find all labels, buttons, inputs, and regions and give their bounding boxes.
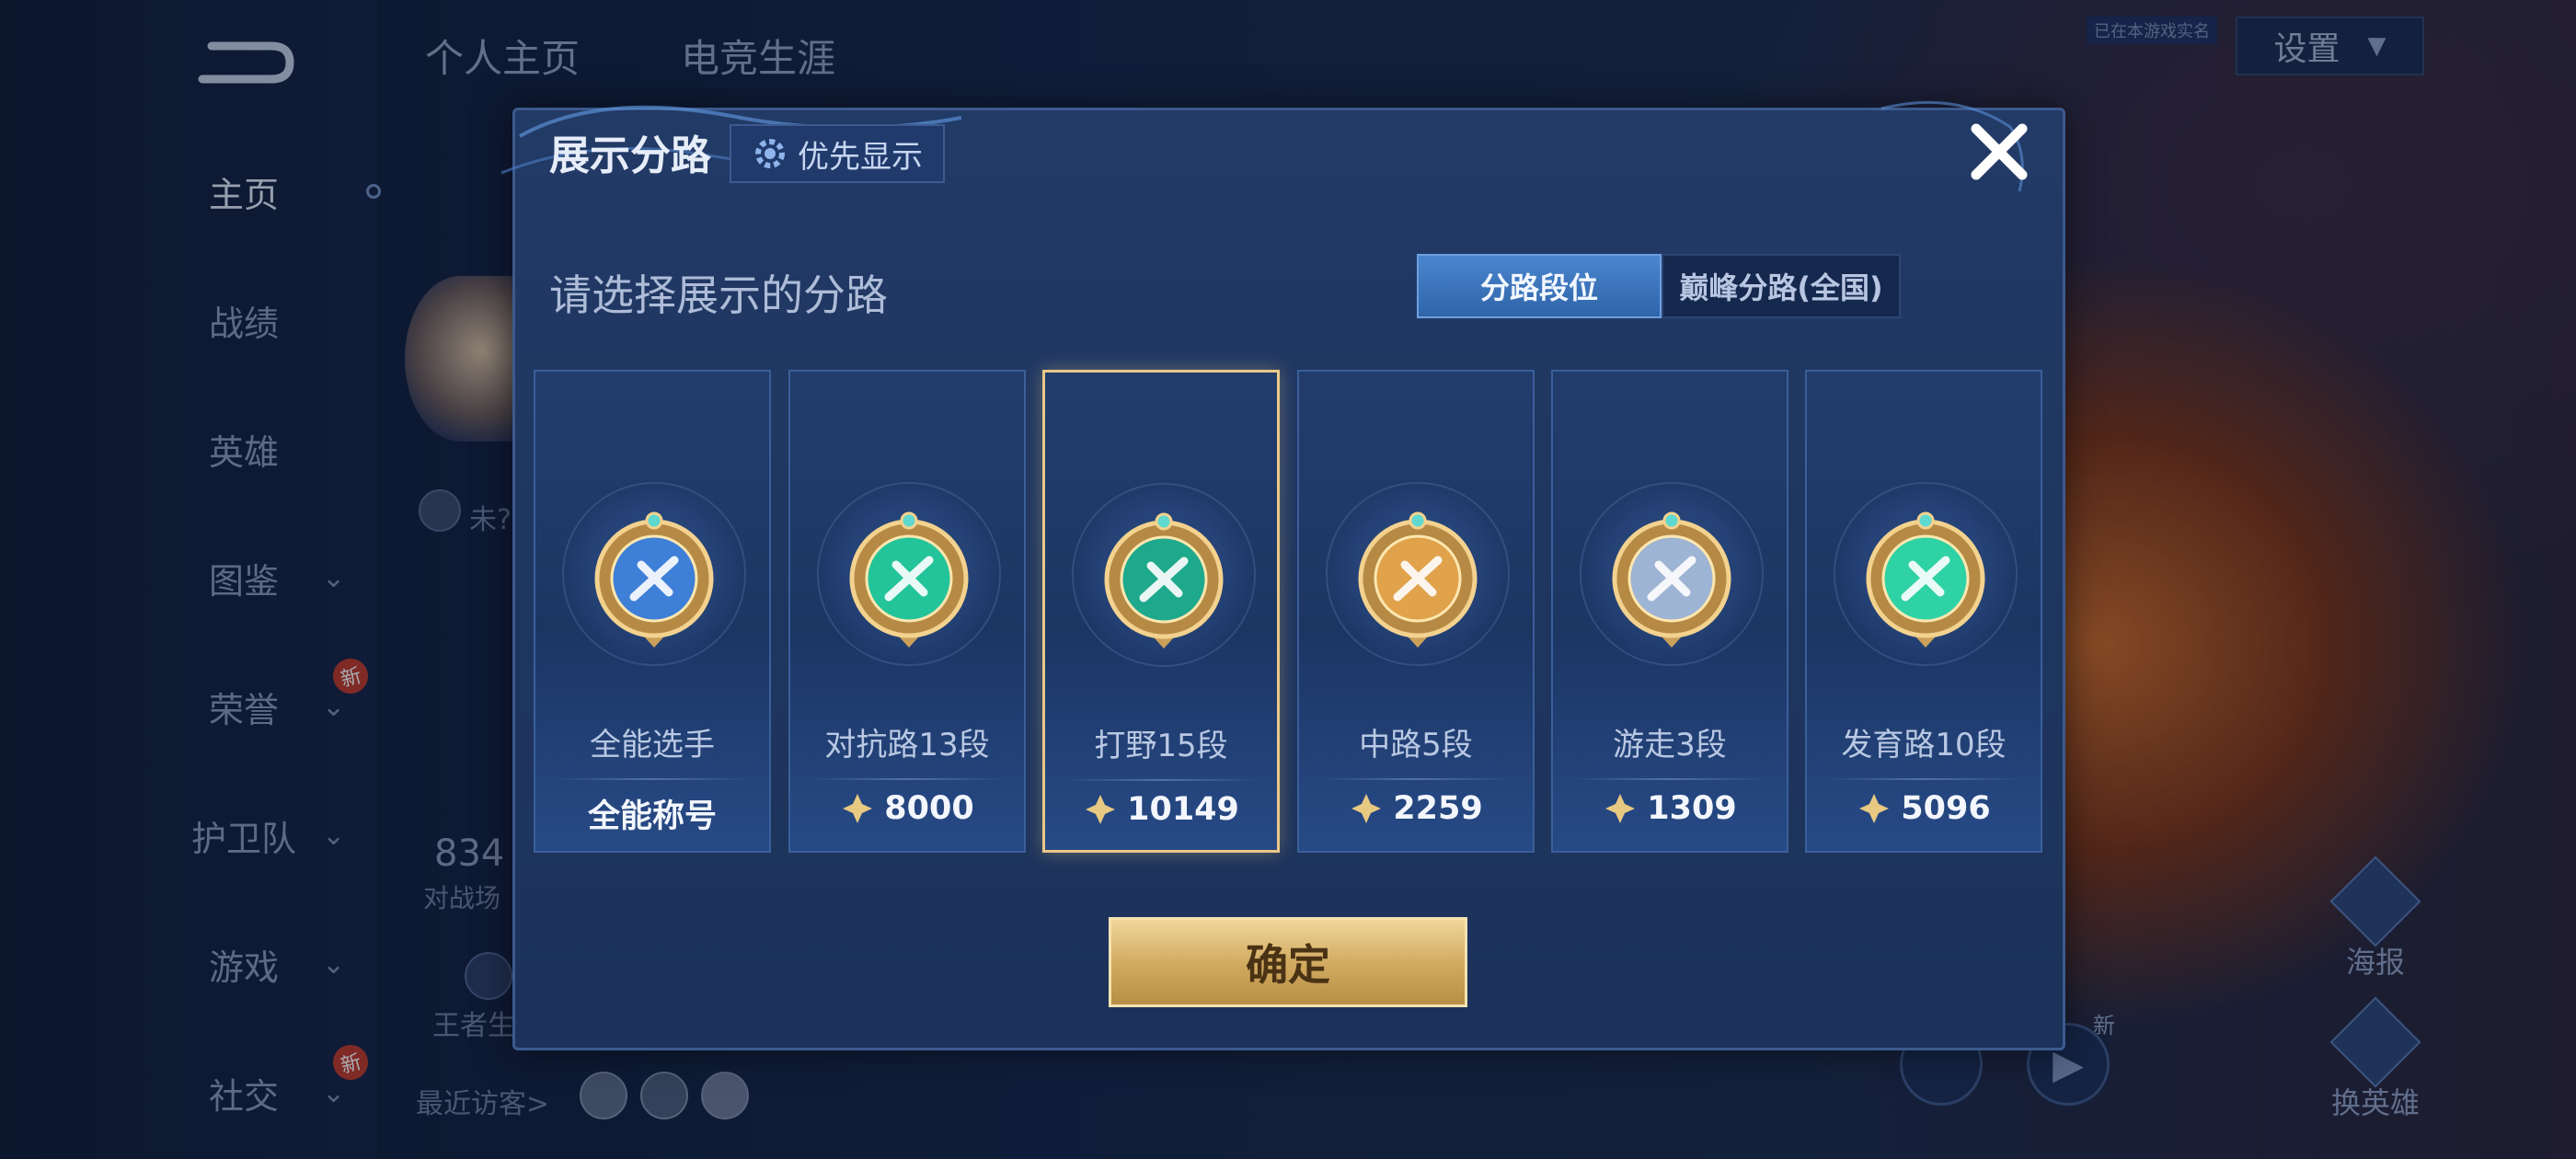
tab-lane-rank[interactable]: 分路段位 bbox=[1417, 254, 1662, 318]
close-icon[interactable] bbox=[1967, 120, 2031, 184]
lane-card[interactable]: 全能选手 全能称号 bbox=[534, 370, 771, 853]
lane-score-value: 2259 bbox=[1393, 790, 1483, 827]
lane-name: 游走3段 bbox=[1613, 727, 1727, 763]
rank-points-icon bbox=[1351, 794, 1382, 823]
lane-score-value: 10149 bbox=[1127, 791, 1239, 828]
gear-icon bbox=[755, 139, 785, 168]
lane-name: 全能选手 bbox=[590, 727, 715, 763]
lane-card[interactable]: 游走3段 1309 bbox=[1551, 370, 1788, 853]
lane-score: 全能称号 bbox=[535, 790, 769, 837]
lane-score: 5096 bbox=[1807, 790, 2041, 827]
dialog-title: 展示分路 bbox=[549, 132, 711, 179]
lane-card[interactable]: 打野15段 10149 bbox=[1042, 370, 1280, 853]
divider bbox=[1065, 779, 1259, 781]
farm-lane-emblem-icon bbox=[1866, 511, 1985, 648]
rank-points-icon bbox=[1086, 795, 1116, 824]
jungle-emblem-icon bbox=[1104, 512, 1224, 648]
lane-card[interactable]: 发育路10段 5096 bbox=[1805, 370, 2042, 853]
mid-lane-emblem-icon bbox=[1358, 511, 1478, 648]
lane-name: 对抗路13段 bbox=[824, 727, 990, 763]
divider bbox=[1319, 778, 1512, 780]
all-round-emblem-icon bbox=[594, 511, 714, 648]
dialog-subtitle: 请选择展示的分路 bbox=[549, 270, 888, 320]
lane-score: 1309 bbox=[1553, 790, 1787, 827]
lane-name: 中路5段 bbox=[1359, 727, 1473, 763]
lane-score: 2259 bbox=[1299, 790, 1533, 827]
lane-name: 发育路10段 bbox=[1841, 727, 2007, 763]
priority-display-button[interactable]: 优先显示 bbox=[730, 124, 945, 183]
divider bbox=[1573, 778, 1766, 780]
rank-points-icon bbox=[1605, 794, 1636, 823]
priority-label: 优先显示 bbox=[798, 138, 923, 176]
divider bbox=[1827, 778, 2020, 780]
lane-score-value: 1309 bbox=[1647, 790, 1737, 827]
lane-score-value: 8000 bbox=[884, 790, 974, 827]
roam-emblem-icon bbox=[1612, 511, 1731, 648]
lane-card[interactable]: 中路5段 2259 bbox=[1297, 370, 1535, 853]
lane-name: 打野15段 bbox=[1094, 728, 1228, 764]
rank-points-icon bbox=[843, 794, 873, 823]
clash-lane-emblem-icon bbox=[849, 511, 969, 648]
divider bbox=[556, 778, 749, 780]
divider bbox=[811, 778, 1004, 780]
lane-card[interactable]: 对抗路13段 8000 bbox=[788, 370, 1026, 853]
lane-score: 8000 bbox=[790, 790, 1024, 827]
tab-peak-lane-national[interactable]: 巅峰分路(全国) bbox=[1662, 254, 1901, 318]
lane-score: 10149 bbox=[1045, 791, 1277, 828]
lane-score-value: 5096 bbox=[1901, 790, 1991, 827]
lane-score-value: 全能称号 bbox=[587, 798, 717, 835]
rank-points-icon bbox=[1859, 794, 1890, 823]
confirm-button[interactable]: 确定 bbox=[1109, 917, 1467, 1007]
